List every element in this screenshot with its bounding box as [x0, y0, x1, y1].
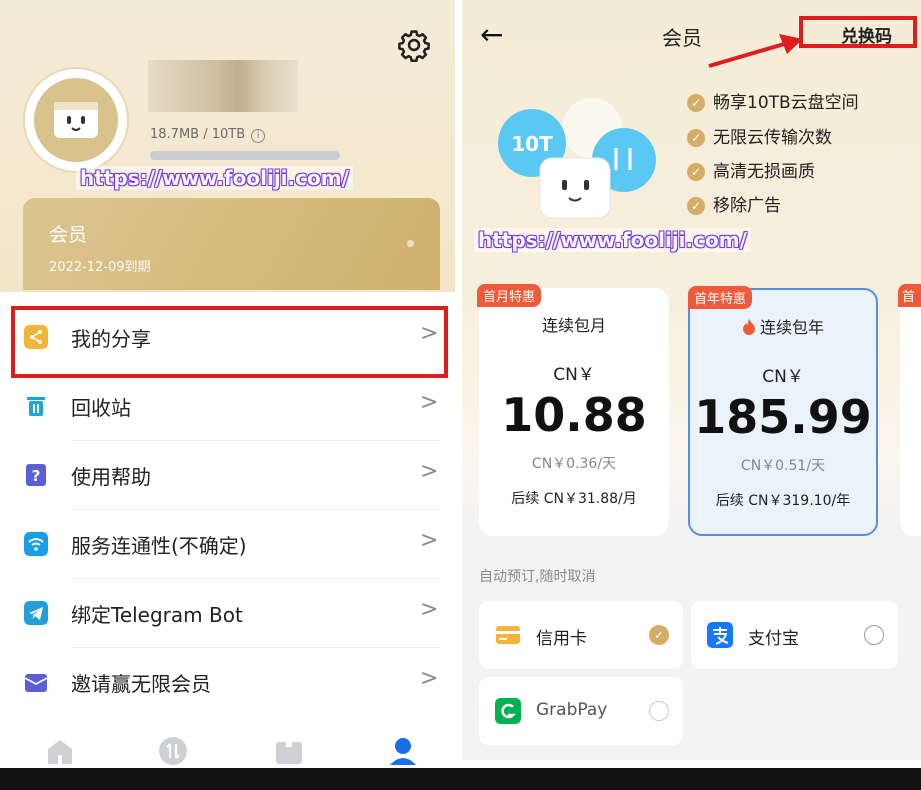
plan-name-row: 连续包年: [690, 314, 876, 338]
trash-icon: [27, 397, 45, 416]
page-title: 会员: [662, 26, 702, 50]
storage-usage: 18.7MB / 10TB i: [150, 127, 266, 143]
vip-card[interactable]: 会员 2022-12-09到期: [23, 198, 440, 290]
check-icon: ✓: [687, 197, 705, 215]
feature-item: ✓ 移除广告: [687, 191, 781, 216]
radio-unchecked-icon[interactable]: [649, 701, 669, 721]
payment-label: GrabPay: [536, 700, 608, 720]
feature-item: ✓ 畅享10TB云盘空间: [687, 88, 859, 113]
chevron-right-icon: >: [420, 459, 439, 484]
chevron-right-icon: >: [420, 528, 439, 553]
plan-badge: 首: [898, 284, 921, 307]
cloud-mascot-icon: 10T: [498, 98, 656, 219]
feature-label: 畅享10TB云盘空间: [713, 93, 859, 113]
menu-item-telegram[interactable]: 绑定Telegram Bot >: [0, 579, 455, 648]
plan-currency: CN￥: [553, 365, 595, 385]
plan-card-yearly[interactable]: 首年特惠 连续包年 CN￥ 185.99 CN￥0.51/天 后续 CN￥319…: [688, 286, 878, 536]
invite-envelope-icon: [24, 674, 48, 692]
menu-item-recycle-bin[interactable]: 回收站 >: [0, 372, 455, 441]
storage-text: 18.7MB / 10TB: [150, 127, 246, 142]
check-icon: ✓: [687, 163, 705, 181]
plan-renewal: 后续 CN￥319.10/年: [715, 493, 851, 509]
auto-renew-note: 自动预订,随时取消: [479, 569, 596, 585]
radio-checked-icon[interactable]: ✓: [649, 625, 669, 645]
plan-name: 连续包月: [541, 316, 606, 335]
plan-badge: 首月特惠: [477, 284, 542, 307]
menu-label: 回收站: [71, 396, 131, 420]
check-icon: ✓: [687, 129, 705, 147]
payment-label: 支付宝: [748, 629, 799, 649]
svg-text:?: ?: [32, 467, 41, 485]
vip-title: 会员: [49, 224, 88, 246]
avatar[interactable]: [23, 67, 129, 173]
annotation-arrow-icon: [708, 34, 803, 68]
storage-progress-bar: [150, 151, 340, 160]
transfer-icon[interactable]: [158, 736, 188, 766]
help-icon: ?: [26, 464, 46, 486]
redeem-code-button[interactable]: 兑换码: [799, 16, 917, 48]
telegram-icon: [24, 601, 48, 625]
watermark-text: https://www.fooliji.com/: [474, 228, 751, 252]
feature-label: 移除广告: [713, 196, 781, 216]
mascot-label: 10T: [511, 132, 553, 156]
payment-alipay[interactable]: 支付宝: [691, 601, 898, 669]
payment-credit-card[interactable]: 信用卡 ✓: [479, 601, 683, 669]
plan-card-monthly[interactable]: 首月特惠 连续包月 CN￥ 10.88 CN￥0.36/天 后续 CN￥31.8…: [477, 284, 669, 536]
fire-icon: [742, 319, 755, 335]
menu-label: 使用帮助: [71, 465, 151, 489]
payment-grabpay[interactable]: GrabPay: [479, 677, 683, 745]
plan-daily-price: CN￥0.51/天: [740, 458, 826, 474]
radio-unchecked-icon[interactable]: [864, 625, 884, 645]
gear-icon[interactable]: [397, 28, 431, 62]
feature-label: 高清无损画质: [713, 162, 815, 182]
chevron-right-icon: >: [420, 390, 439, 415]
plan-daily-price: CN￥0.36/天: [531, 456, 617, 472]
feature-item: ✓ 高清无损画质: [687, 157, 815, 182]
vip-expiry: 2022-12-09到期: [49, 260, 151, 275]
grabpay-icon: [495, 698, 521, 724]
menu-item-invite[interactable]: 邀请赢无限会员 >: [0, 648, 455, 717]
menu-item-help[interactable]: ? 使用帮助 >: [0, 441, 455, 510]
feature-label: 无限云传输次数: [713, 128, 832, 148]
payment-label: 信用卡: [536, 629, 587, 649]
profile-screen: 18.7MB / 10TB i https://www.fooliji.com/ …: [0, 0, 455, 768]
plan-badge: 首年特惠: [688, 286, 753, 309]
plan-currency: CN￥: [762, 367, 804, 387]
plan-name: 连续包年: [759, 318, 824, 337]
highlight-box: [11, 306, 448, 378]
username-blurred: [148, 60, 298, 112]
chevron-right-icon: >: [420, 666, 439, 691]
menu-item-connectivity[interactable]: 服务连通性(不确定) >: [0, 510, 455, 579]
home-icon[interactable]: [45, 736, 75, 766]
plan-price: 10.88: [501, 388, 647, 442]
back-arrow-icon[interactable]: ←: [480, 18, 503, 51]
menu-label: 绑定Telegram Bot: [71, 603, 243, 627]
check-icon: ✓: [687, 94, 705, 112]
menu-label: 服务连通性(不确定): [71, 534, 247, 558]
redeem-label: 兑换码: [841, 27, 892, 47]
credit-card-icon: [496, 626, 520, 644]
info-icon[interactable]: i: [251, 129, 266, 143]
alipay-icon: [707, 622, 733, 648]
wifi-icon: [24, 532, 48, 556]
membership-screen: ← 会员 兑换码 10T ✓ 畅享10TB云盘空间 ✓ 无限云传输次数 ✓ 高清无损画…: [462, 0, 921, 760]
chevron-right-icon: >: [420, 597, 439, 622]
plan-price: 185.99: [694, 390, 872, 444]
box-icon[interactable]: [274, 736, 304, 766]
plan-card-partial[interactable]: 首: [898, 284, 921, 536]
watermark-text: https://www.fooliji.com/: [76, 166, 353, 190]
bottom-tab-bar: [0, 716, 455, 768]
profile-icon[interactable]: [388, 736, 418, 766]
vip-card-dot: [407, 240, 414, 247]
bottom-black-strip: [0, 768, 921, 790]
plan-renewal: 后续 CN￥31.88/月: [511, 491, 637, 507]
menu-label: 邀请赢无限会员: [71, 672, 211, 696]
feature-item: ✓ 无限云传输次数: [687, 123, 832, 148]
avatar-mascot-icon: [34, 78, 118, 162]
